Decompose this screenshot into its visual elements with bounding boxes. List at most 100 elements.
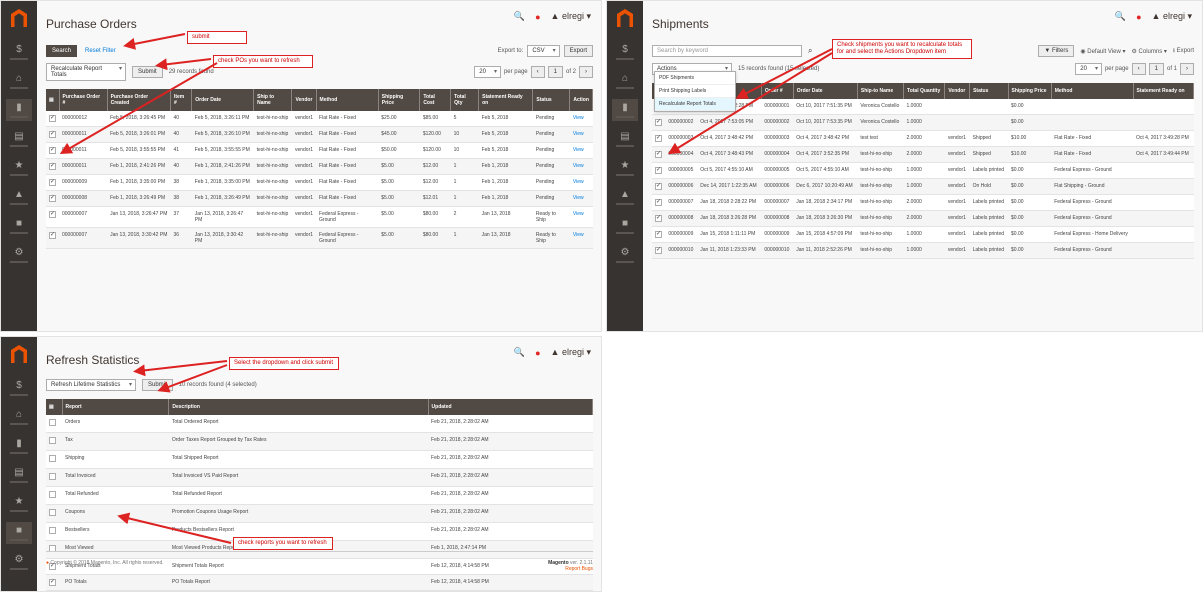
column-header[interactable]: Report [62, 399, 170, 415]
export-button[interactable]: Export [563, 45, 593, 57]
column-header[interactable]: Order Date [793, 83, 858, 99]
search-button[interactable]: Search [46, 45, 78, 57]
sidebar-item-reports[interactable]: ■ [612, 215, 638, 237]
columns-menu[interactable]: ⚙ Columns ▾ [1131, 48, 1166, 55]
per-page-select[interactable]: 20 [1075, 63, 1102, 75]
row-checkbox[interactable] [49, 491, 56, 498]
sidebar-item-stores[interactable]: ⚙ [6, 551, 32, 573]
export-format-select[interactable]: CSV [527, 45, 560, 57]
view-link[interactable]: View [569, 142, 593, 159]
magento-logo-icon[interactable] [607, 1, 643, 35]
sidebar-item-sales[interactable]: $ [6, 41, 32, 63]
column-header[interactable]: Ship-to Name [857, 83, 905, 99]
column-header[interactable]: Description [168, 399, 429, 415]
sidebar-item-sales[interactable]: $ [612, 41, 638, 63]
row-checkbox[interactable]: ✓ [655, 135, 662, 142]
row-checkbox[interactable]: ✓ [655, 247, 662, 254]
user-menu[interactable]: ▲ elregi ▾ [551, 347, 591, 358]
next-page-button[interactable]: › [1180, 63, 1194, 75]
column-header[interactable]: Order Date [191, 89, 255, 111]
submit-button[interactable]: Submit [142, 379, 173, 391]
user-menu[interactable]: ▲ elregi ▾ [1152, 11, 1192, 22]
search-icon[interactable]: 🔍 [514, 347, 525, 358]
magento-logo-icon[interactable] [1, 337, 37, 371]
column-header[interactable]: Purchase Order # [59, 89, 108, 111]
search-icon[interactable]: 🔍 [1115, 11, 1126, 22]
column-header[interactable]: Shipping Price [1008, 83, 1052, 99]
row-checkbox[interactable] [49, 509, 56, 516]
view-link[interactable]: View [569, 206, 593, 228]
magento-logo-icon[interactable] [1, 1, 37, 35]
sidebar-item-dashboard[interactable]: ⌂ [6, 406, 32, 428]
column-header[interactable]: Status [532, 89, 571, 111]
sidebar-item-content[interactable]: ▲ [612, 186, 638, 208]
sidebar-item-customers[interactable]: ▤ [6, 128, 32, 150]
column-header[interactable]: Status [969, 83, 1009, 99]
row-checkbox[interactable] [49, 455, 56, 462]
select-all-column[interactable]: ▤ [46, 89, 60, 111]
column-header[interactable]: Method [316, 89, 379, 111]
view-link[interactable]: View [569, 190, 593, 207]
row-checkbox[interactable] [49, 527, 56, 534]
sidebar-item-catalog[interactable]: ▮ [6, 99, 32, 121]
column-header[interactable]: Total Qty [450, 89, 480, 111]
column-header[interactable]: Purchase Order Created [107, 89, 171, 111]
row-checkbox[interactable]: ✓ [49, 232, 56, 239]
sidebar-item-stores[interactable]: ⚙ [612, 244, 638, 266]
select-all-column[interactable]: ▤ [46, 399, 63, 415]
view-link[interactable]: View [569, 126, 593, 143]
notifications-icon[interactable]: ● [535, 12, 540, 22]
per-page-select[interactable]: 20 [474, 66, 501, 78]
actions-option[interactable]: PDF Shipments [655, 72, 735, 85]
next-page-button[interactable]: › [579, 66, 593, 78]
sidebar-item-marketing[interactable]: ★ [612, 157, 638, 179]
row-checkbox[interactable]: ✓ [49, 179, 56, 186]
sidebar-item-stores[interactable]: ⚙ [6, 244, 32, 266]
sidebar-item-catalog[interactable]: ▮ [6, 435, 32, 457]
search-icon[interactable]: 🔍 [514, 11, 525, 22]
keyword-search-input[interactable]: Search by keyword [652, 45, 802, 57]
default-view-menu[interactable]: ◉ Default View ▾ [1080, 48, 1125, 55]
prev-page-button[interactable]: ‹ [1131, 63, 1146, 75]
view-link[interactable]: View [569, 227, 593, 249]
row-checkbox[interactable]: ✓ [49, 131, 56, 138]
row-checkbox[interactable]: ✓ [49, 211, 56, 218]
column-header[interactable]: Vendor [944, 83, 971, 99]
sidebar-item-dashboard[interactable]: ⌂ [6, 70, 32, 92]
page-number-input[interactable]: 1 [547, 66, 563, 78]
report-bugs-link[interactable]: Report Bugs [565, 566, 593, 572]
notifications-icon[interactable]: ● [1136, 12, 1141, 22]
refresh-action-select[interactable]: Refresh Lifetime Statistics [46, 379, 136, 391]
column-header[interactable]: Updated [428, 399, 594, 415]
actions-option[interactable]: Print Shipping Labels [655, 85, 735, 98]
column-header[interactable]: Order # [761, 83, 794, 99]
row-checkbox[interactable]: ✓ [655, 151, 662, 158]
sidebar-item-customers[interactable]: ▤ [6, 464, 32, 486]
row-checkbox[interactable]: ✓ [49, 115, 56, 122]
row-checkbox[interactable]: ✓ [655, 167, 662, 174]
sidebar-item-reports[interactable]: ■ [6, 215, 32, 237]
sidebar-item-reports[interactable]: ■ [6, 522, 32, 544]
mass-action-select[interactable]: Recalculate Report Totals [46, 63, 126, 81]
view-link[interactable]: View [569, 158, 593, 175]
column-header[interactable]: Vendor [291, 89, 317, 111]
search-icon[interactable]: ⌕ [808, 46, 812, 56]
column-header[interactable]: Ship to Name [253, 89, 293, 111]
row-checkbox[interactable]: ✓ [49, 195, 56, 202]
prev-page-button[interactable]: ‹ [530, 66, 545, 78]
row-checkbox[interactable]: ✓ [655, 119, 662, 126]
notifications-icon[interactable]: ● [535, 348, 540, 358]
row-checkbox[interactable]: ✓ [49, 147, 56, 154]
row-checkbox[interactable] [49, 473, 56, 480]
view-link[interactable]: View [569, 111, 593, 127]
row-checkbox[interactable]: ✓ [49, 163, 56, 170]
row-checkbox[interactable]: ✓ [655, 183, 662, 190]
row-checkbox[interactable] [49, 437, 56, 444]
column-header[interactable]: Statement Ready on [478, 89, 534, 111]
export-menu[interactable]: ⭳ Export [1173, 46, 1194, 56]
filters-button[interactable]: ▼ Filters [1038, 45, 1075, 57]
row-checkbox[interactable] [49, 419, 56, 426]
actions-option[interactable]: Recalculate Report Totals [655, 98, 735, 111]
column-header[interactable]: Action [569, 89, 593, 111]
submit-button[interactable]: Submit [132, 66, 163, 78]
